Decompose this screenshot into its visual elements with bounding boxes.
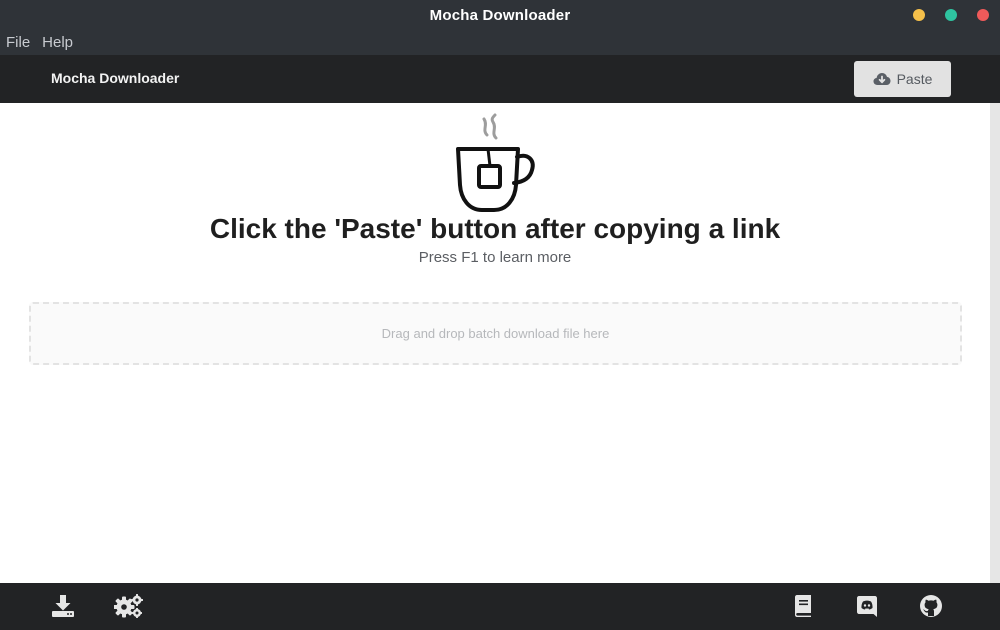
settings-icon[interactable] [114, 594, 144, 618]
scrollbar[interactable] [990, 103, 1000, 583]
window-title: Mocha Downloader [429, 6, 571, 24]
page-headline: Click the 'Paste' button after copying a… [209, 213, 781, 244]
window-titlebar[interactable]: Mocha Downloader [0, 0, 1000, 30]
batch-drop-zone[interactable]: Drag and drop batch download file here [29, 302, 962, 365]
footer-bar [0, 583, 1000, 630]
help-hint: Press F1 to learn more [418, 249, 572, 266]
close-button[interactable] [977, 9, 989, 21]
paste-button[interactable]: Paste [854, 61, 951, 97]
github-icon[interactable] [919, 594, 943, 618]
downloads-icon[interactable] [51, 594, 75, 618]
cloud-download-icon [873, 73, 891, 85]
app-name: Mocha Downloader [51, 70, 180, 86]
maximize-button[interactable] [945, 9, 957, 21]
main-content: Click the 'Paste' button after copying a… [0, 103, 990, 583]
menu-file[interactable]: File [6, 34, 30, 51]
paste-button-label: Paste [896, 71, 933, 87]
minimize-button[interactable] [913, 9, 925, 21]
discord-icon[interactable] [855, 594, 879, 618]
coffee-mug-icon [456, 113, 535, 212]
drop-zone-label: Drag and drop batch download file here [381, 326, 610, 341]
docs-icon[interactable] [791, 594, 815, 618]
app-header: Mocha Downloader Paste [0, 55, 1000, 103]
menu-help[interactable]: Help [42, 34, 73, 51]
menu-bar: File Help [0, 30, 1000, 55]
